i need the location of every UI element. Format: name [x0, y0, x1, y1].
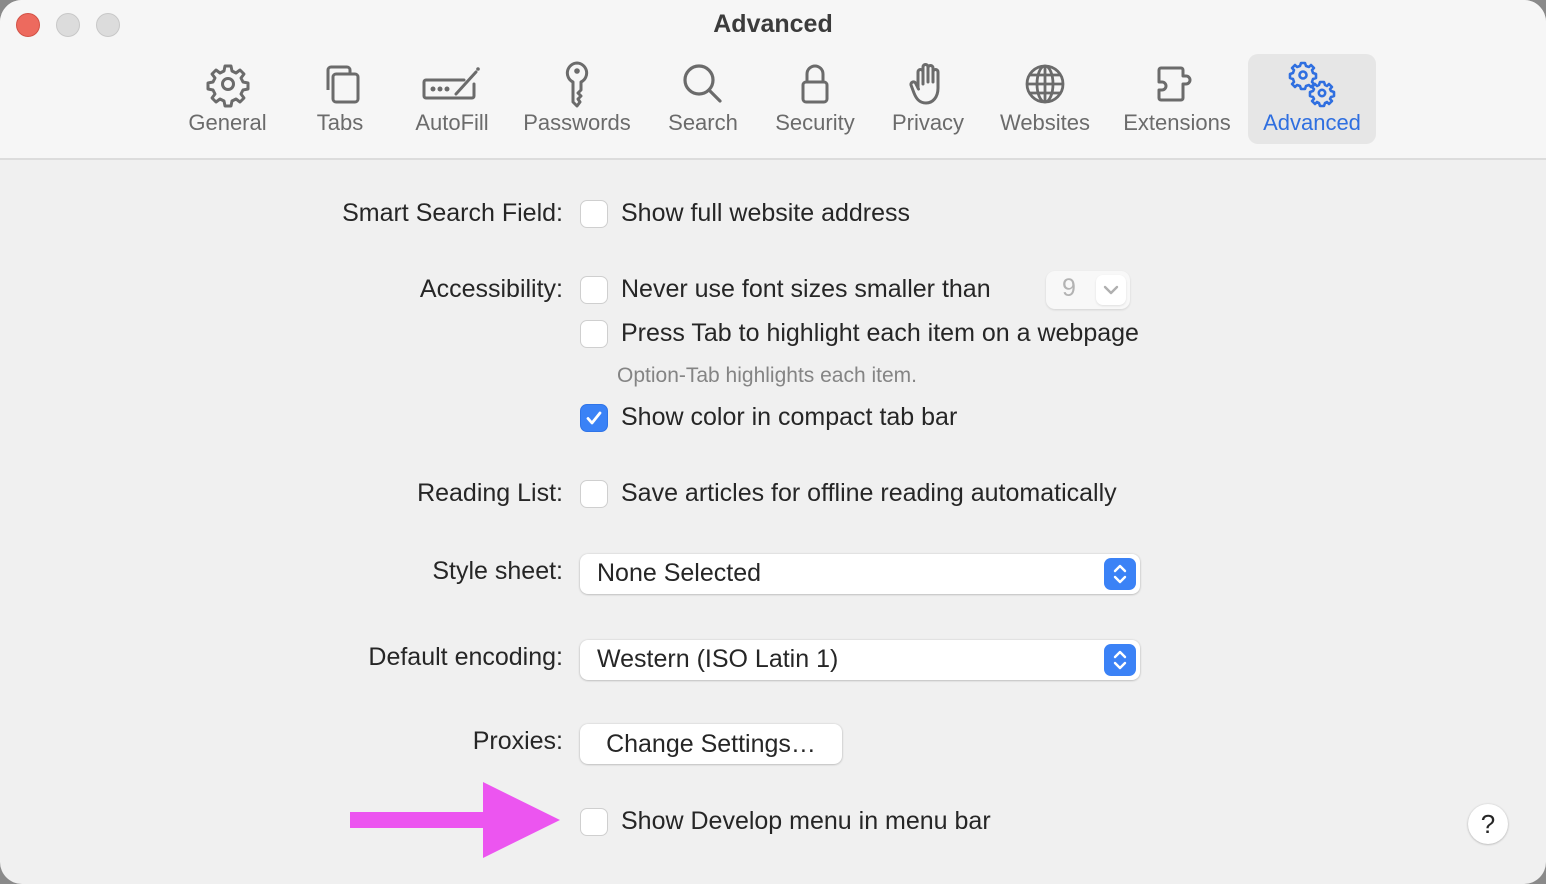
tab-label: Passwords [523, 110, 631, 135]
tab-tabs[interactable]: Tabs [305, 54, 375, 144]
gears-icon [1288, 60, 1336, 108]
default-encoding-value: Western (ISO Latin 1) [597, 645, 839, 673]
min-font-size-text: Never use font sizes smaller than [621, 275, 991, 303]
proxies-label: Proxies: [472, 727, 563, 755]
tab-label: Advanced [1263, 110, 1361, 135]
reading-list-label: Reading List: [417, 479, 563, 507]
up-down-chevron-icon [1104, 644, 1136, 676]
tab-label: Search [668, 110, 738, 135]
safari-preferences-window: Advanced General Tabs AutoFill Passwords… [0, 0, 1546, 884]
gear-icon [204, 60, 252, 108]
show-develop-menu-checkbox[interactable] [580, 808, 608, 836]
preferences-toolbar: General Tabs AutoFill Passwords Search S… [0, 54, 1546, 144]
default-encoding-popup[interactable]: Western (ISO Latin 1) [580, 640, 1140, 680]
tabs-icon [316, 60, 364, 108]
up-down-chevron-icon [1104, 558, 1136, 590]
min-font-size-value: 9 [1062, 274, 1076, 302]
key-icon [553, 60, 601, 108]
default-encoding-label: Default encoding: [368, 643, 563, 671]
tab-passwords[interactable]: Passwords [516, 54, 638, 144]
change-proxy-settings-button[interactable]: Change Settings… [580, 724, 842, 764]
tab-highlight-checkbox[interactable] [580, 320, 608, 348]
magnifier-icon [679, 60, 727, 108]
tab-websites[interactable]: Websites [993, 54, 1097, 144]
tab-label: Extensions [1123, 110, 1231, 135]
min-font-size-checkbox[interactable] [580, 276, 608, 304]
tab-search[interactable]: Search [662, 54, 744, 144]
compact-tab-color-checkbox[interactable] [580, 404, 608, 432]
globe-icon [1021, 60, 1069, 108]
compact-tab-color-text: Show color in compact tab bar [621, 403, 958, 431]
tab-extensions[interactable]: Extensions [1116, 54, 1238, 144]
tab-advanced[interactable]: Advanced [1248, 54, 1376, 144]
puzzle-icon [1153, 60, 1201, 108]
offline-reading-checkbox[interactable] [580, 480, 608, 508]
tab-label: Tabs [316, 110, 364, 135]
tab-highlight-hint: Option-Tab highlights each item. [617, 364, 917, 387]
min-font-size-select[interactable]: 9 [1046, 271, 1130, 309]
tab-label: Privacy [891, 110, 965, 135]
style-sheet-label: Style sheet: [432, 557, 563, 585]
tab-general[interactable]: General [180, 54, 275, 144]
tab-label: AutoFill [415, 110, 489, 135]
smart-search-label: Smart Search Field: [342, 199, 563, 227]
tab-autofill[interactable]: AutoFill [408, 54, 496, 144]
autofill-icon [420, 60, 484, 108]
checkmark-icon [586, 411, 602, 425]
window-title: Advanced [713, 10, 833, 38]
show-develop-menu-text: Show Develop menu in menu bar [621, 807, 991, 835]
offline-reading-text: Save articles for offline reading automa… [621, 479, 1117, 507]
annotation-arrow [350, 782, 560, 858]
tab-label: Websites [999, 110, 1091, 135]
tab-highlight-text: Press Tab to highlight each item on a we… [621, 319, 1139, 347]
show-full-address-checkbox[interactable] [580, 200, 608, 228]
advanced-settings-pane: Smart Search Field: Show full website ad… [0, 160, 1546, 884]
titlebar: Advanced General Tabs AutoFill Passwords… [0, 0, 1546, 160]
tab-label: Security [775, 110, 855, 135]
hand-icon [904, 60, 952, 108]
style-sheet-value: None Selected [597, 559, 762, 587]
accessibility-label: Accessibility: [419, 275, 563, 303]
help-button[interactable]: ? [1468, 804, 1508, 844]
chevron-down-icon [1096, 275, 1126, 305]
lock-icon [791, 60, 839, 108]
tab-privacy[interactable]: Privacy [886, 54, 970, 144]
show-full-address-text: Show full website address [621, 199, 911, 227]
style-sheet-popup[interactable]: None Selected [580, 554, 1140, 594]
tab-security[interactable]: Security [768, 54, 862, 144]
tab-label: General [188, 110, 267, 135]
